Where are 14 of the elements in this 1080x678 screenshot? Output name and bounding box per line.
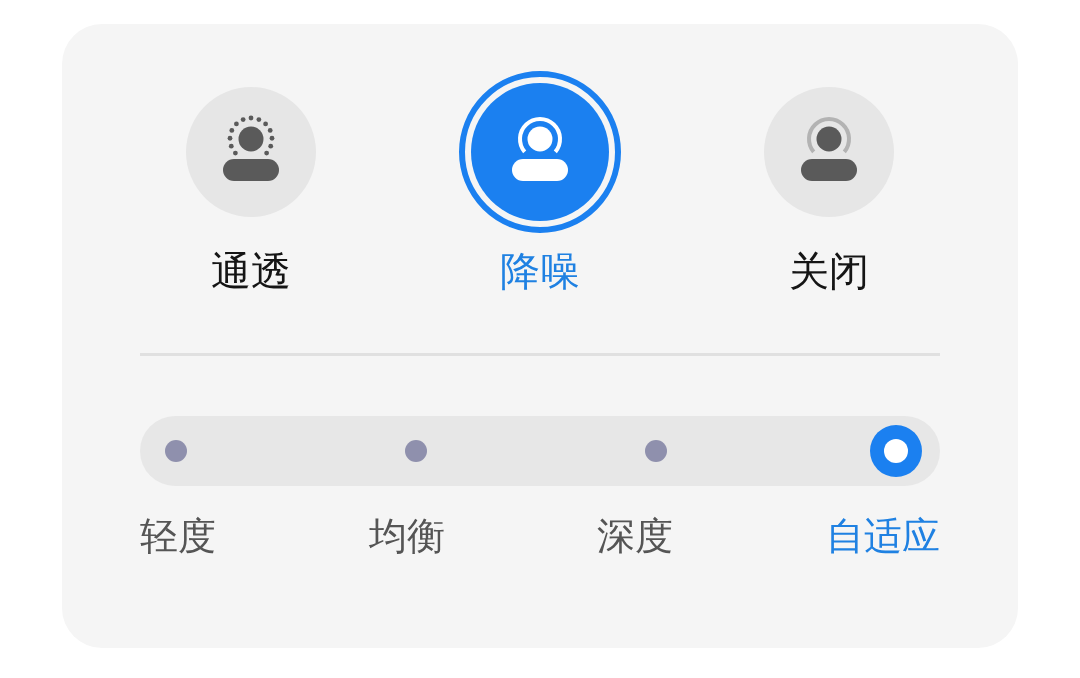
level-label: 轻度 — [140, 513, 216, 559]
person-icon — [764, 87, 894, 217]
level-label: 深度 — [597, 513, 674, 559]
person-icon — [186, 87, 316, 217]
mode-button[interactable]: 通透 — [140, 71, 362, 295]
mode-button[interactable]: 关闭 — [718, 71, 940, 295]
radio-icon[interactable] — [405, 440, 427, 462]
mode-button[interactable]: 降噪 — [429, 71, 651, 295]
level-label: 自适应 — [825, 513, 940, 559]
radio-icon[interactable] — [645, 440, 667, 462]
level-label: 均衡 — [368, 513, 445, 559]
radio-icon[interactable] — [870, 425, 922, 477]
person-icon — [459, 71, 621, 233]
radio-icon[interactable] — [165, 440, 187, 462]
